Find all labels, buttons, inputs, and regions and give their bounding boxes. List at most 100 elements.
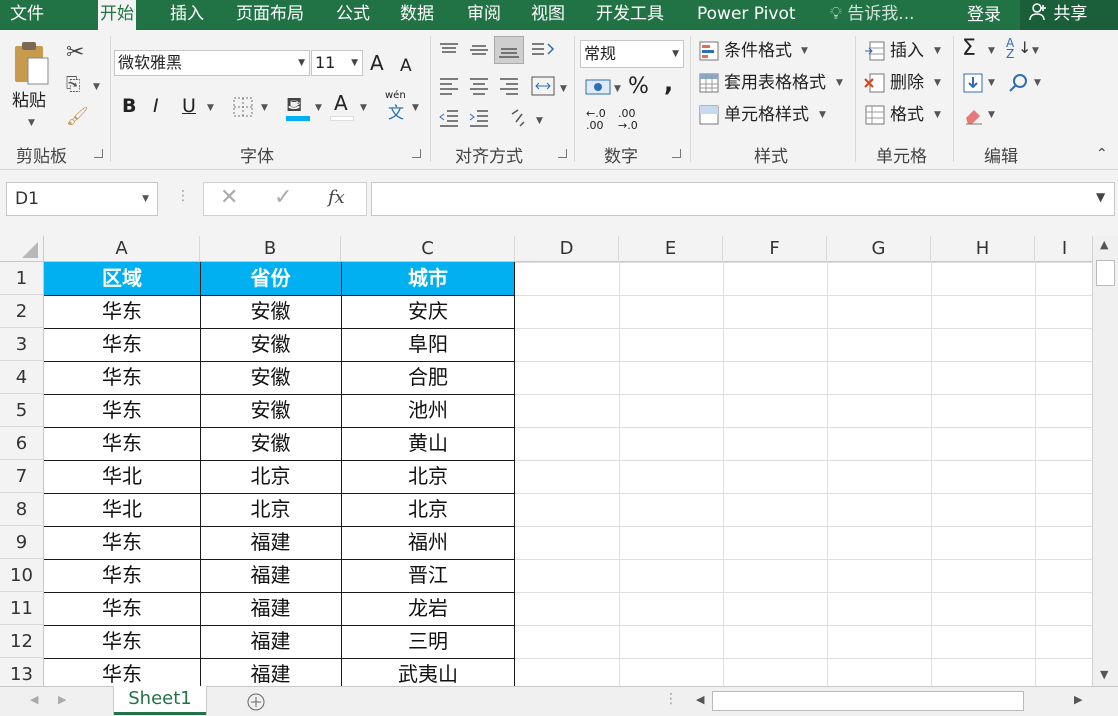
number-dialog-launcher[interactable] [672,149,681,158]
table-cell[interactable]: 华东 [44,328,200,361]
table-cell[interactable]: 华北 [44,460,200,493]
table-cell[interactable]: 福建 [200,658,341,686]
table-cell[interactable]: 阜阳 [341,328,515,361]
scroll-left-arrow-icon[interactable]: ◀ [696,693,704,706]
row-header-10[interactable]: 10 [0,559,44,592]
table-cell[interactable]: 华东 [44,427,200,460]
scroll-right-arrow-icon[interactable]: ▶ [1074,693,1082,706]
merge-center-icon[interactable] [530,74,556,98]
italic-button[interactable]: I [153,95,159,117]
prev-sheet-icon[interactable]: ◀ [30,693,38,706]
decrease-indent-icon[interactable] [438,108,460,128]
expand-formula-bar-icon[interactable]: ▼ [1096,190,1105,204]
column-header-g[interactable]: G [827,236,931,262]
font-color-icon[interactable]: A [334,92,348,114]
align-center-icon[interactable] [468,76,490,96]
number-format-combo[interactable]: 常规 ▼ [580,40,684,68]
table-cell[interactable]: 池州 [341,394,515,427]
table-cell[interactable]: 武夷山 [341,658,515,686]
delete-cells-button[interactable]: 删除 [890,72,924,94]
table-cell[interactable]: 华东 [44,658,200,686]
bold-button[interactable]: B [122,95,136,117]
table-cell[interactable]: 安庆 [341,295,515,328]
header-cell-c[interactable]: 城市 [341,262,515,295]
paste-dropdown-arrow[interactable]: ▼ [28,118,35,128]
alignment-dialog-launcher[interactable] [558,149,567,158]
row-header-1[interactable]: 1 [0,262,44,295]
tab-4[interactable]: 公式 [336,0,370,30]
table-cell[interactable]: 福建 [200,559,341,592]
format-as-table-button[interactable]: 套用表格格式 [724,72,826,94]
orientation-icon[interactable] [530,40,556,62]
column-header-a[interactable]: A [44,236,200,262]
add-sheet-icon[interactable] [246,692,266,712]
vertical-scroll-thumb[interactable] [1096,260,1115,286]
table-cell[interactable]: 华东 [44,592,200,625]
paste-icon[interactable] [12,40,52,88]
format-cells-button[interactable]: 格式 [890,104,924,126]
row-header-9[interactable]: 9 [0,526,44,559]
cell-styles-dropdown-arrow[interactable]: ▼ [819,110,826,120]
insert-cells-button[interactable]: 插入 [890,40,924,62]
wrap-text-icon[interactable] [508,108,532,130]
column-header-f[interactable]: F [723,236,827,262]
table-cell[interactable]: 华东 [44,295,200,328]
table-cell[interactable]: 安徽 [200,295,341,328]
sort-filter-button[interactable]: AZ [1006,37,1014,60]
fill-color-icon[interactable]: ⛾︎ [286,92,302,119]
merge-dropdown-arrow[interactable]: ▼ [560,84,567,94]
sheet-tab[interactable]: Sheet1 [114,686,206,715]
table-cell[interactable]: 合肥 [341,361,515,394]
vertical-scrollbar[interactable]: ▲ ▼ [1092,236,1118,686]
format-painter-icon[interactable]: 🖌︎ [66,106,89,127]
table-cell[interactable]: 北京 [200,460,341,493]
find-select-icon[interactable] [1008,72,1030,94]
phonetic-dropdown-arrow[interactable]: ▼ [412,103,419,113]
clear-icon[interactable] [962,104,986,126]
formula-input[interactable] [371,182,1115,216]
table-cell[interactable]: 安徽 [200,394,341,427]
clear-dropdown-arrow[interactable]: ▼ [988,110,995,120]
fill-icon[interactable] [962,72,984,94]
increase-indent-icon[interactable] [468,108,490,128]
table-cell[interactable]: 安徽 [200,328,341,361]
column-header-i[interactable]: I [1035,236,1092,262]
align-middle-icon[interactable] [468,42,490,58]
row-header-12[interactable]: 12 [0,625,44,658]
sort-dropdown-arrow[interactable]: ▼ [1032,46,1039,56]
header-cell-b[interactable]: 省份 [200,262,341,295]
table-cell[interactable]: 福建 [200,625,341,658]
shrink-font-button[interactable]: A [400,55,412,77]
format-dropdown-arrow[interactable]: ▼ [934,110,941,120]
table-cell[interactable]: 北京 [341,460,515,493]
accounting-dropdown-arrow[interactable]: ▼ [614,84,621,94]
name-box[interactable]: D1 ▼ [6,182,158,216]
login-button[interactable]: 登录 [967,0,1001,30]
underline-button[interactable]: U [182,95,196,117]
table-cell[interactable]: 黄山 [341,427,515,460]
table-cell[interactable]: 福建 [200,592,341,625]
cell-styles-button[interactable]: 单元格样式 [724,104,809,126]
percent-button[interactable]: % [628,76,649,98]
formula-bar-grip-icon[interactable]: ⋮ [176,188,190,204]
table-cell[interactable]: 北京 [200,493,341,526]
row-header-5[interactable]: 5 [0,394,44,427]
paste-button-label[interactable]: 粘贴 [12,90,46,112]
border-dropdown-arrow[interactable]: ▼ [261,103,268,113]
table-cell[interactable]: 华东 [44,625,200,658]
scroll-up-arrow-icon[interactable]: ▲ [1100,238,1108,251]
table-cell[interactable]: 三明 [341,625,515,658]
phonetic-top[interactable]: wén [385,90,406,102]
table-cell[interactable]: 华东 [44,361,200,394]
row-header-2[interactable]: 2 [0,295,44,328]
find-dropdown-arrow[interactable]: ▼ [1034,78,1041,88]
border-icon[interactable] [232,96,254,118]
table-cell[interactable]: 福建 [200,526,341,559]
table-dropdown-arrow[interactable]: ▼ [836,78,843,88]
tab-1[interactable]: 开始 [98,0,136,31]
tab-0[interactable]: 文件 [10,0,44,30]
column-header-h[interactable]: H [931,236,1035,262]
font-color-dropdown-arrow[interactable]: ▼ [360,103,367,113]
wrap-dropdown-arrow[interactable]: ▼ [536,116,543,126]
conditional-formatting-button[interactable]: 条件格式 [724,40,792,62]
